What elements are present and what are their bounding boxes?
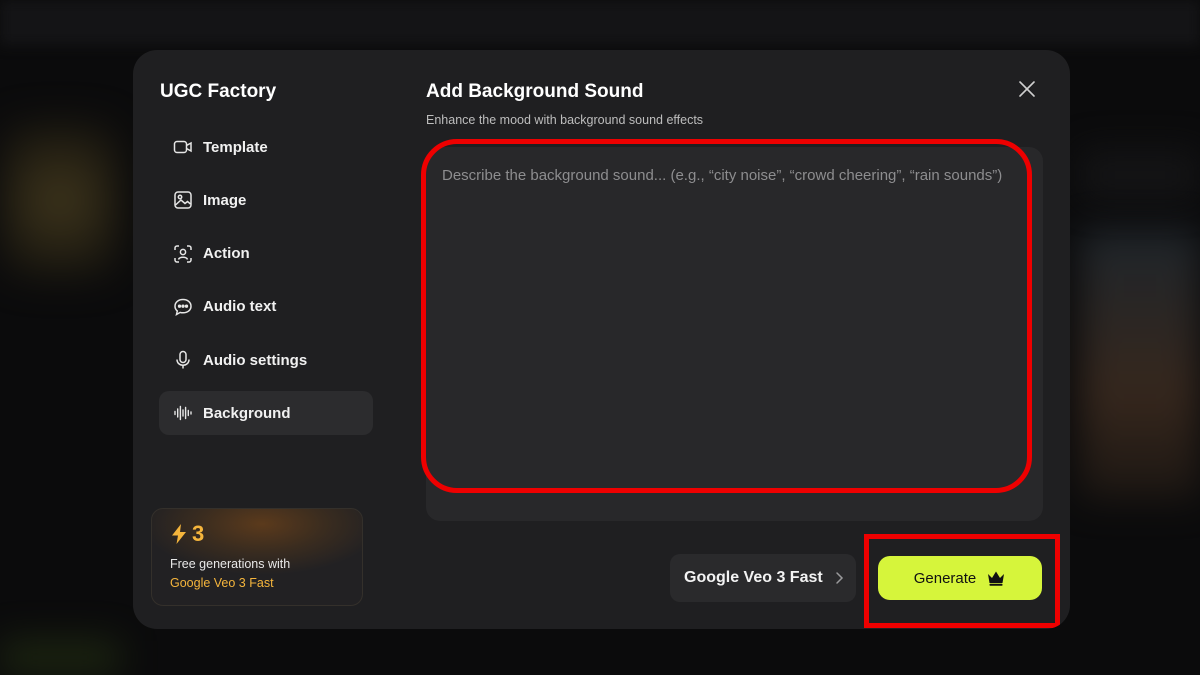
ugc-factory-modal: UGC Factory Template Image Action Audio … [133,50,1070,629]
person-scan-icon [174,244,192,263]
background-sound-input[interactable] [426,147,1043,521]
crown-icon [988,571,1005,586]
chat-bubble-icon [174,298,192,316]
sidebar-item-audio-text[interactable]: Audio text [159,285,373,329]
close-icon[interactable] [1017,79,1037,99]
generate-button-label: Generate [913,569,977,587]
generate-button[interactable]: Generate [878,556,1042,600]
chevron-right-icon [836,572,844,584]
promo-count: 3 [170,521,344,547]
sidebar-item-label: Audio settings [203,351,308,369]
backdrop-thumbnail [0,120,120,280]
backdrop-thumbnail [1080,230,1200,500]
sidebar-nav: Template Image Action Audio text Audio s… [159,125,373,445]
free-generations-card: 3 Free generations with Google Veo 3 Fas… [151,508,363,606]
brand-title: UGC Factory [160,81,277,102]
page-title: Add Background Sound [426,81,644,102]
promo-model-name: Google Veo 3 Fast [170,576,274,590]
sidebar-item-label: Audio text [203,298,277,316]
video-camera-icon [173,140,192,154]
microphone-icon [176,350,190,369]
backdrop-thumbnail [0,640,120,675]
background-sound-input-container [426,147,1043,521]
sidebar-item-label: Background [203,404,291,422]
sidebar-item-action[interactable]: Action [159,232,373,276]
sidebar-item-background[interactable]: Background [159,391,373,436]
backdrop-thumbnail [1080,150,1200,200]
sidebar-item-label: Template [203,138,268,156]
image-icon [174,191,192,210]
promo-text: Free generations with [170,557,291,571]
sidebar-item-label: Action [203,245,250,263]
page-subtitle: Enhance the mood with background sound e… [426,113,704,127]
sidebar-item-template[interactable]: Template [159,125,373,169]
promo-count-number: 3 [192,521,205,546]
backdrop-topbar [0,0,1200,45]
model-select-value: Google Veo 3 Fast [684,569,823,586]
sidebar-item-label: Image [203,191,247,209]
model-select[interactable]: Google Veo 3 Fast [670,554,856,602]
sidebar-item-audio-settings[interactable]: Audio settings [159,338,373,382]
lightning-icon [172,524,186,544]
sidebar-item-image[interactable]: Image [159,178,373,222]
sound-wave-icon [174,406,192,421]
